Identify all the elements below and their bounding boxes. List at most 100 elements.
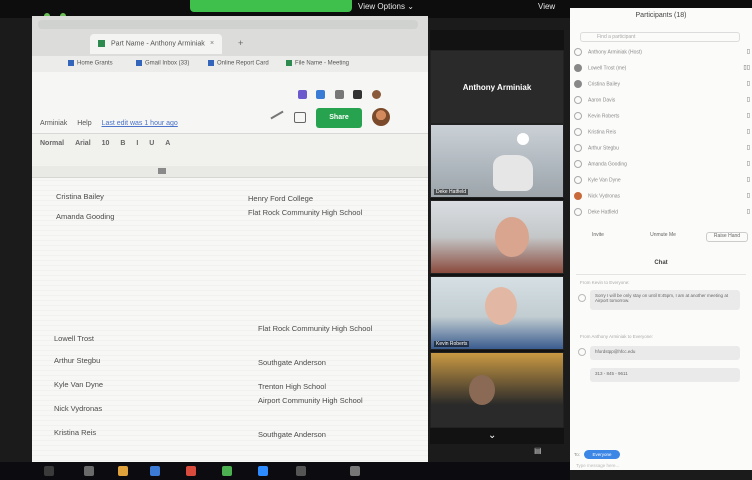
table-cell-school: Trenton High School [258, 382, 327, 391]
chat-recipient-select[interactable]: Everyone [584, 450, 620, 459]
tab-close-icon[interactable]: × [210, 40, 214, 47]
taskbar-app-icon[interactable] [150, 466, 160, 476]
participant-row[interactable]: Amanda Gooding ▯ [574, 160, 752, 170]
raise-hand-button[interactable]: Raise Hand [706, 232, 748, 242]
chevron-down-icon[interactable]: ⌄ [488, 430, 496, 441]
mic-icon[interactable]: ▯▯ [743, 64, 750, 71]
participant-row[interactable]: Cristina Bailey ▯ [574, 80, 752, 90]
mic-icon[interactable]: ▯ [747, 96, 750, 103]
table-cell-school: Southgate Anderson [258, 430, 326, 439]
comment-icon[interactable] [294, 112, 306, 123]
participant-row[interactable]: Kristina Reis ▯ [574, 128, 752, 138]
taskbar-app-icon[interactable] [258, 466, 268, 476]
participant-row[interactable]: Lowell Trost (me) ▯▯ [574, 64, 752, 74]
view-button[interactable]: View [538, 2, 555, 11]
participant-search-input[interactable]: Find a participant [580, 32, 740, 42]
mic-icon[interactable]: ▯ [747, 208, 750, 215]
browser-tab[interactable]: Part Name - Anthony Arminiak [90, 34, 222, 54]
mic-icon[interactable]: ▯ [747, 160, 750, 167]
style-select[interactable]: Normal [40, 140, 64, 147]
avatar[interactable] [372, 108, 390, 126]
profile-icon[interactable] [371, 90, 381, 99]
view-options-menu[interactable]: View Options ⌄ [358, 2, 414, 11]
mic-icon[interactable]: ▯ [747, 48, 750, 55]
video-tile[interactable]: Kevin Roberts [430, 276, 564, 350]
new-tab-icon[interactable]: + [238, 38, 243, 48]
table-cell-name: Nick Vydronas [54, 404, 103, 413]
taskbar-app-icon[interactable] [222, 466, 232, 476]
mic-icon[interactable]: ▯ [747, 144, 750, 151]
participant-row[interactable]: Arthur Stegbu ▯ [574, 144, 752, 154]
bookmark-icon [68, 60, 74, 66]
bookmark-item[interactable]: Gmail Inbox (33) [136, 60, 189, 67]
avatar [578, 348, 586, 356]
bookmark-item[interactable]: Home Grants [68, 60, 113, 67]
extension-icon[interactable] [316, 90, 326, 99]
participant-row[interactable]: Anthony Arminiak (Host) ▯ [574, 48, 752, 58]
bookmark-icon [208, 60, 214, 66]
start-icon[interactable] [44, 466, 54, 476]
taskbar-app-icon[interactable] [186, 466, 196, 476]
table-cell-school: Flat Rock Community High School [258, 324, 373, 333]
table-cell-school: Henry Ford College [248, 194, 314, 203]
table-cell-school: Airport Community High School [258, 396, 363, 405]
invite-button[interactable]: Invite [580, 232, 616, 242]
extension-icon[interactable] [353, 90, 363, 99]
mic-icon[interactable]: ▯ [747, 192, 750, 199]
ruler-indent-marker[interactable] [158, 168, 166, 174]
chat-to-label: To: [574, 452, 581, 457]
chat-header: Chat [654, 260, 668, 266]
share-button[interactable]: Share [316, 108, 362, 128]
avatar [574, 144, 582, 152]
extension-icon[interactable] [334, 90, 344, 99]
last-edit-link[interactable]: Last edit was 1 hour ago [102, 120, 178, 127]
bookmark-item[interactable]: Online Report Card [208, 60, 269, 67]
chat-message-meta: From Kevin to Everyone: [580, 280, 630, 285]
taskbar-app-icon[interactable] [350, 466, 360, 476]
italic-button[interactable]: I [136, 140, 138, 147]
taskbar-app-icon[interactable] [296, 466, 306, 476]
font-size-select[interactable]: 10 [102, 140, 110, 147]
video-tile[interactable]: Deke Hatfield [430, 124, 564, 198]
video-tile[interactable] [430, 352, 564, 428]
participant-row[interactable]: Kyle Van Dyne ▯ [574, 176, 752, 186]
taskbar-app-icon[interactable] [118, 466, 128, 476]
avatar [574, 48, 582, 56]
participant-row[interactable]: Kevin Roberts ▯ [574, 112, 752, 122]
menu-item[interactable]: Help [77, 120, 91, 127]
panel-toggle-icon[interactable]: ▤ [534, 446, 542, 455]
chat-message: 313 - 845 - 9611 [590, 368, 740, 382]
mic-icon[interactable]: ▯ [747, 80, 750, 87]
chat-message: hfordstpp@hfcc.edu [590, 346, 740, 360]
participant-row[interactable]: Deke Hatfield ▯ [574, 208, 752, 218]
extension-icon[interactable] [298, 90, 307, 99]
menu-item[interactable]: Arminiak [40, 120, 67, 127]
chat-message-input[interactable]: Type message here... [576, 463, 619, 468]
doc-format-toolbar: Normal Arial 10 B I U A [40, 140, 179, 152]
text-color-button[interactable]: A [165, 140, 170, 147]
participant-name-label: Kevin Roberts [434, 341, 470, 347]
font-select[interactable]: Arial [75, 140, 91, 147]
participant-row[interactable]: Aaron Davis ▯ [574, 96, 752, 106]
video-tile-name-only[interactable]: Anthony Arminiak [430, 50, 564, 124]
taskbar-app-icon[interactable] [84, 466, 94, 476]
underline-button[interactable]: U [149, 140, 154, 147]
bold-button[interactable]: B [120, 140, 125, 147]
mic-icon[interactable]: ▯ [747, 128, 750, 135]
address-bar[interactable] [38, 20, 418, 29]
screen-share-banner[interactable] [190, 0, 352, 12]
tab-title: Part Name - Anthony Arminiak [110, 40, 205, 48]
mic-icon[interactable]: ▯ [747, 112, 750, 119]
bookmark-item[interactable]: File Name - Meeting [286, 60, 349, 67]
unmute-me-button[interactable]: Unmute Me [640, 232, 686, 242]
window-controls[interactable] [44, 6, 84, 19]
participant-name: Anthony Arminiak [462, 83, 532, 92]
avatar [574, 112, 582, 120]
chat-divider [576, 274, 746, 275]
mic-icon[interactable]: ▯ [747, 176, 750, 183]
video-tile[interactable] [430, 200, 564, 274]
participant-row[interactable]: Nick Vydronas ▯ [574, 192, 752, 202]
video-gallery: Anthony Arminiak Deke Hatfield Kevin Rob… [430, 30, 564, 444]
os-taskbar [0, 462, 570, 480]
avatar [574, 176, 582, 184]
